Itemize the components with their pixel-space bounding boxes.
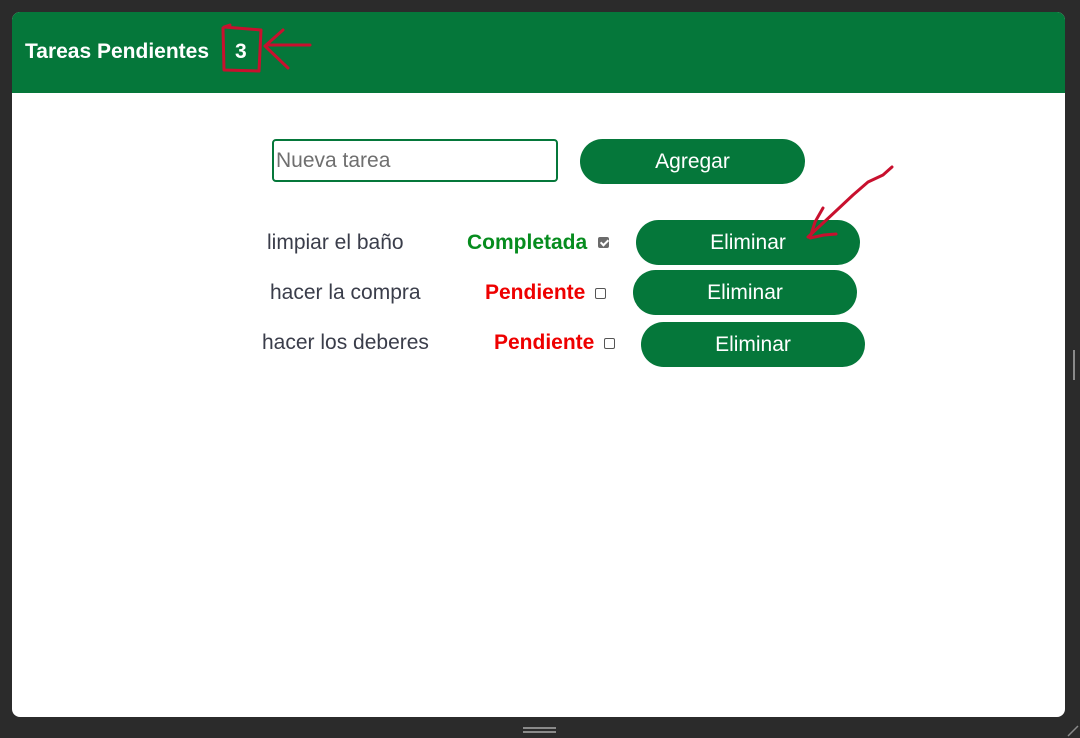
app-window: Tareas Pendientes 3 Agregar limpiar el b…	[12, 12, 1065, 717]
resize-handle-bottom[interactable]	[523, 727, 556, 733]
task-text: limpiar el baño	[267, 231, 404, 254]
delete-task-button[interactable]: Eliminar	[641, 322, 865, 367]
task-checkbox[interactable]	[595, 288, 606, 299]
app-header: Tareas Pendientes 3	[12, 12, 1065, 93]
delete-task-button[interactable]: Eliminar	[633, 270, 857, 315]
delete-task-button[interactable]: Eliminar	[636, 220, 860, 265]
task-status: Completada	[467, 231, 588, 254]
task-checkbox[interactable]	[598, 237, 609, 248]
task-text: hacer los deberes	[262, 331, 429, 354]
task-checkbox[interactable]	[604, 338, 615, 349]
pending-count-badge: 3	[235, 40, 247, 63]
resize-grip-icon[interactable]	[1066, 724, 1080, 738]
page-title: Tareas Pendientes	[25, 40, 210, 63]
task-text: hacer la compra	[270, 281, 421, 304]
resize-handle-right[interactable]	[1073, 350, 1077, 380]
task-status: Pendiente	[485, 281, 586, 304]
new-task-input[interactable]	[272, 139, 558, 182]
task-status: Pendiente	[494, 331, 595, 354]
add-task-button[interactable]: Agregar	[580, 139, 805, 184]
